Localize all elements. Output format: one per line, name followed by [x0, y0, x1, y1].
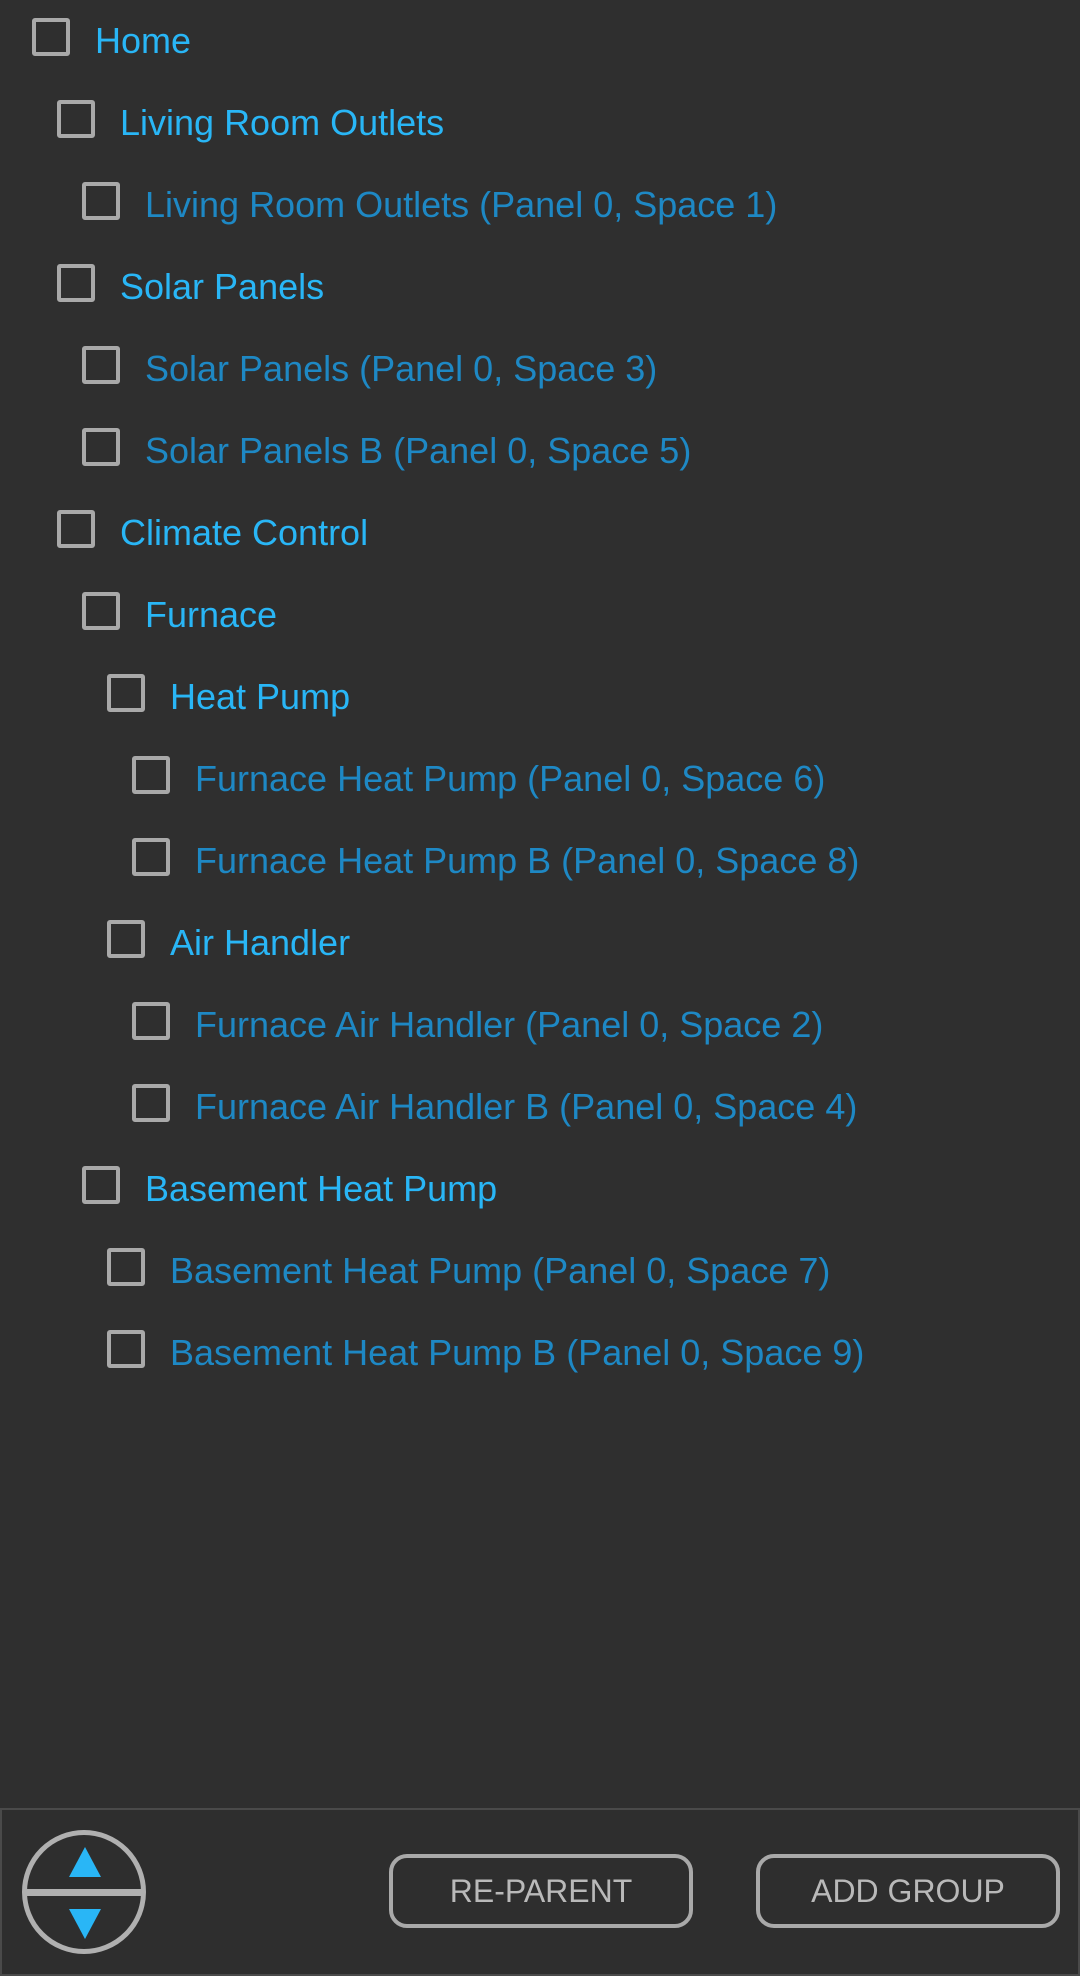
tree-circuit-row[interactable]: Living Room Outlets (Panel 0, Space 1) [0, 164, 1080, 246]
circuit-label[interactable]: Furnace Air Handler (Panel 0, Space 2) [195, 1002, 823, 1048]
tree-group-row[interactable]: Living Room Outlets [0, 82, 1080, 164]
tree-group-row[interactable]: Basement Heat Pump [0, 1148, 1080, 1230]
group-label[interactable]: Living Room Outlets [120, 100, 444, 146]
row-checkbox[interactable] [107, 674, 145, 712]
tree-circuit-row[interactable]: Furnace Heat Pump (Panel 0, Space 6) [0, 738, 1080, 820]
tree-group-row[interactable]: Home [0, 0, 1080, 82]
circuit-label[interactable]: Solar Panels (Panel 0, Space 3) [145, 346, 657, 392]
row-checkbox[interactable] [57, 100, 95, 138]
row-checkbox[interactable] [132, 756, 170, 794]
move-down-icon[interactable] [69, 1909, 101, 1939]
row-checkbox[interactable] [132, 838, 170, 876]
row-checkbox[interactable] [57, 264, 95, 302]
circuit-label[interactable]: Living Room Outlets (Panel 0, Space 1) [145, 182, 777, 228]
row-checkbox[interactable] [32, 18, 70, 56]
row-checkbox[interactable] [82, 182, 120, 220]
tree-circuit-row[interactable]: Basement Heat Pump (Panel 0, Space 7) [0, 1230, 1080, 1312]
row-checkbox[interactable] [82, 346, 120, 384]
circuit-group-tree: Home Living Room Outlets Living Room Outle… [0, 0, 1080, 1808]
tree-circuit-row[interactable]: Basement Heat Pump B (Panel 0, Space 9) [0, 1312, 1080, 1394]
circuit-label[interactable]: Furnace Heat Pump B (Panel 0, Space 8) [195, 838, 859, 884]
group-label[interactable]: Solar Panels [120, 264, 324, 310]
row-checkbox[interactable] [132, 1084, 170, 1122]
move-control-divider [27, 1889, 141, 1896]
circuit-label[interactable]: Solar Panels B (Panel 0, Space 5) [145, 428, 691, 474]
circuit-label[interactable]: Furnace Air Handler B (Panel 0, Space 4) [195, 1084, 857, 1130]
row-checkbox[interactable] [107, 1330, 145, 1368]
bottom-toolbar: RE-PARENT ADD GROUP [0, 1808, 1080, 1976]
tree-group-row[interactable]: Solar Panels [0, 246, 1080, 328]
group-label[interactable]: Climate Control [120, 510, 368, 556]
reparent-button[interactable]: RE-PARENT [389, 1854, 693, 1928]
circuit-label[interactable]: Basement Heat Pump (Panel 0, Space 7) [170, 1248, 830, 1294]
tree-group-row[interactable]: Climate Control [0, 492, 1080, 574]
group-label[interactable]: Furnace [145, 592, 277, 638]
move-up-down-control [22, 1830, 146, 1954]
row-checkbox[interactable] [107, 920, 145, 958]
tree-circuit-row[interactable]: Furnace Air Handler (Panel 0, Space 2) [0, 984, 1080, 1066]
add-group-button[interactable]: ADD GROUP [756, 1854, 1060, 1928]
group-label[interactable]: Basement Heat Pump [145, 1166, 497, 1212]
row-checkbox[interactable] [82, 428, 120, 466]
circuit-label[interactable]: Basement Heat Pump B (Panel 0, Space 9) [170, 1330, 864, 1376]
tree-group-row[interactable]: Furnace [0, 574, 1080, 656]
row-checkbox[interactable] [107, 1248, 145, 1286]
row-checkbox[interactable] [132, 1002, 170, 1040]
tree-circuit-row[interactable]: Furnace Heat Pump B (Panel 0, Space 8) [0, 820, 1080, 902]
circuit-label[interactable]: Furnace Heat Pump (Panel 0, Space 6) [195, 756, 825, 802]
row-checkbox[interactable] [82, 592, 120, 630]
tree-circuit-row[interactable]: Solar Panels B (Panel 0, Space 5) [0, 410, 1080, 492]
row-checkbox[interactable] [57, 510, 95, 548]
group-label[interactable]: Home [95, 18, 191, 64]
move-up-icon[interactable] [69, 1847, 101, 1877]
row-checkbox[interactable] [82, 1166, 120, 1204]
tree-circuit-row[interactable]: Solar Panels (Panel 0, Space 3) [0, 328, 1080, 410]
group-label[interactable]: Air Handler [170, 920, 350, 966]
tree-circuit-row[interactable]: Furnace Air Handler B (Panel 0, Space 4) [0, 1066, 1080, 1148]
tree-group-row[interactable]: Air Handler [0, 902, 1080, 984]
group-label[interactable]: Heat Pump [170, 674, 350, 720]
tree-group-row[interactable]: Heat Pump [0, 656, 1080, 738]
